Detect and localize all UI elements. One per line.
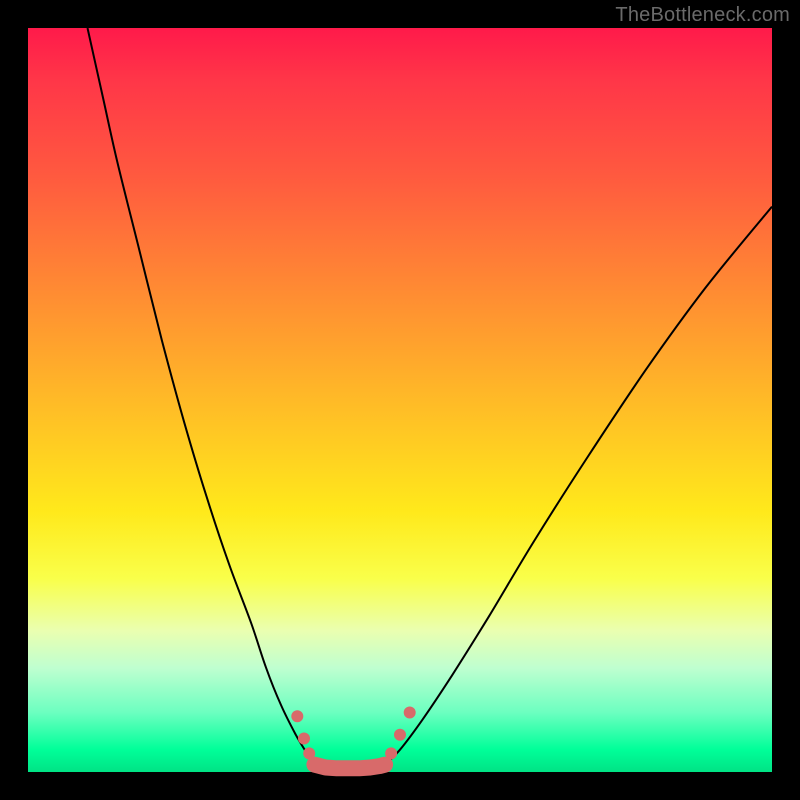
chart-overlay xyxy=(28,28,772,772)
curve-left xyxy=(88,28,315,765)
right-markers-dot xyxy=(385,747,397,759)
chart-frame: TheBottleneck.com xyxy=(0,0,800,800)
valley-floor-band xyxy=(314,765,385,769)
right-markers-dot xyxy=(404,707,416,719)
right-curve-path xyxy=(385,207,772,765)
watermark-text: TheBottleneck.com xyxy=(615,4,790,27)
valley-floor-stroke xyxy=(314,765,385,769)
plot-area xyxy=(28,28,772,772)
curve-right xyxy=(385,207,772,765)
left-markers-dot xyxy=(298,733,310,745)
left-curve-path xyxy=(88,28,315,765)
right-wall-markers xyxy=(385,707,416,760)
left-markers-dot xyxy=(291,710,303,722)
left-markers-dot xyxy=(303,747,315,759)
right-markers-dot xyxy=(394,729,406,741)
